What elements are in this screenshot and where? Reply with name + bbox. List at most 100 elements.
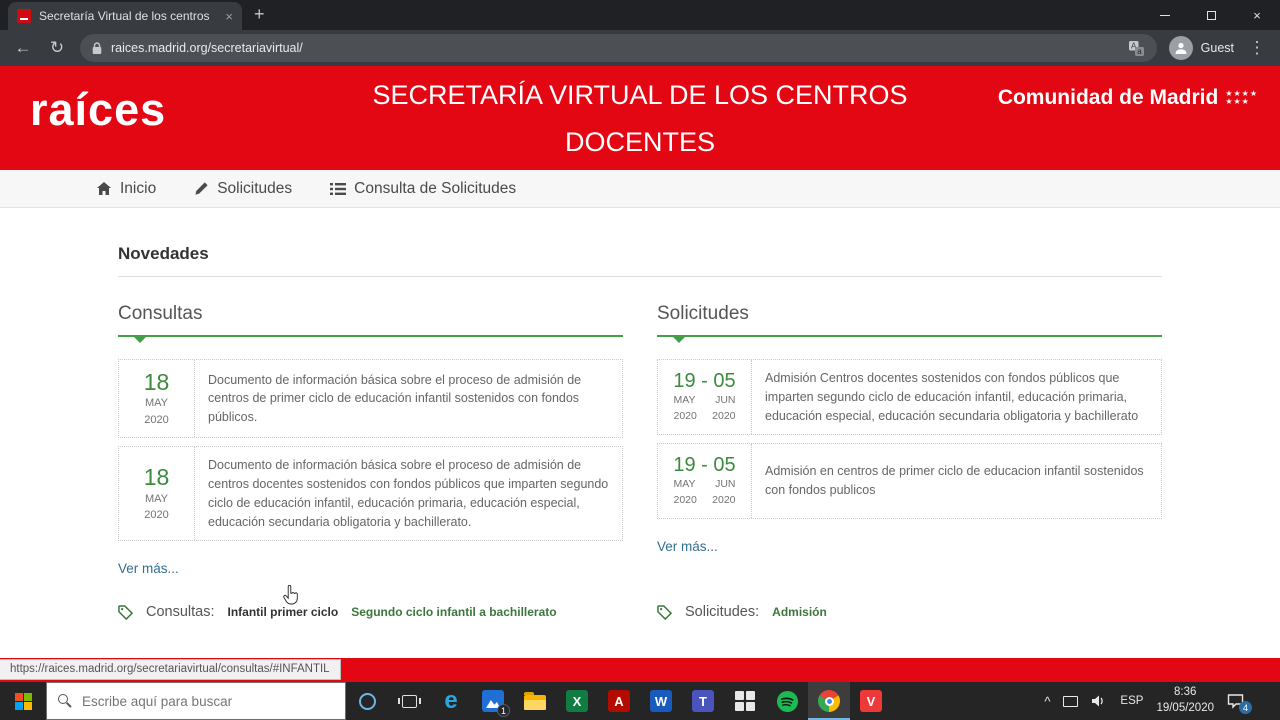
tag-icon [657, 605, 672, 620]
brand-text: Comunidad de Madrid [997, 86, 1219, 109]
chrome-button[interactable] [808, 682, 850, 720]
excel-button[interactable]: X [556, 682, 598, 720]
solicitudes-item-1[interactable]: 19 - 05 MAY JUN 2020 2020 Admisión Centr… [657, 359, 1162, 436]
nav-inicio-label: Inicio [120, 179, 157, 197]
screen: Secretaría Virtual de los centros × + × … [0, 0, 1280, 720]
news-days: 19 - 05 [673, 454, 736, 477]
nav-inicio[interactable]: Inicio [96, 180, 156, 198]
raices-logo[interactable]: raíces [30, 84, 166, 136]
clock-date: 19/05/2020 [1156, 702, 1214, 714]
consultas-tags-label: Consultas: [146, 604, 215, 621]
columns: Consultas 18 MAY 2020 Documento de infor… [118, 303, 1162, 578]
tag-infantil-primer-ciclo[interactable]: Infantil primer ciclo [228, 605, 339, 619]
spotify-button[interactable] [766, 682, 808, 720]
consultas-ver-mas-link[interactable]: Ver más... [118, 561, 179, 576]
year-end: 2020 [712, 494, 736, 506]
search-input[interactable] [82, 693, 322, 709]
window-maximize-button[interactable] [1188, 0, 1234, 30]
news-months: MAY JUN [674, 393, 736, 409]
status-bar-url: https://raices.madrid.org/secretariavirt… [0, 659, 341, 680]
taskbar-clock[interactable]: 8:36 19/05/2020 [1156, 685, 1214, 716]
windows-logo-icon [14, 692, 32, 710]
new-tab-button[interactable]: + [254, 4, 265, 25]
translate-icon[interactable]: A a [1128, 40, 1145, 57]
consultas-tags: Consultas: Infantil primer ciclo Segundo… [118, 604, 623, 620]
solicitudes-item-2[interactable]: 19 - 05 MAY JUN 2020 2020 Admisión en ce… [657, 443, 1162, 519]
month-end: JUN [715, 478, 736, 491]
language-indicator[interactable]: ESP [1120, 695, 1143, 707]
news-month: MAY [144, 492, 169, 505]
chrome-icon [818, 690, 840, 712]
display-icon[interactable] [1063, 695, 1079, 707]
nav-consulta-label: Consulta de Solicitudes [354, 179, 517, 197]
news-year: 2020 [144, 509, 169, 522]
window-minimize-button[interactable] [1142, 0, 1188, 30]
consultas-item-1[interactable]: 18 MAY 2020 Documento de información bás… [118, 359, 623, 439]
nav-solicitudes-label: Solicitudes [217, 179, 293, 197]
teams-button[interactable]: T [682, 682, 724, 720]
url-text: raices.madrid.org/secretariavirtual/ [111, 41, 303, 55]
guest-avatar[interactable] [1168, 36, 1193, 60]
solicitudes-tags-label: Solicitudes: [685, 604, 760, 621]
news-text: Admisión en centros de primer ciclo de e… [765, 464, 1144, 497]
photos-button[interactable]: 1 [472, 682, 514, 720]
tag-admision[interactable]: Admisión [772, 605, 827, 619]
list-icon [330, 182, 347, 195]
stars-row2: ★★★ [1225, 97, 1250, 106]
vivaldi-icon: V [860, 690, 882, 712]
app-grid-button[interactable] [724, 682, 766, 720]
acrobat-button[interactable]: A [598, 682, 640, 720]
month-end: JUN [715, 394, 736, 407]
word-button[interactable]: W [640, 682, 682, 720]
consultas-title: Consultas [118, 303, 203, 324]
pencil-icon [195, 182, 208, 195]
consultas-item-2[interactable]: 18 MAY 2020 Documento de información bás… [118, 446, 623, 542]
svg-text:a: a [1137, 47, 1142, 56]
task-view-button[interactable] [388, 682, 430, 720]
tags-row: Consultas: Infantil primer ciclo Segundo… [118, 604, 1162, 620]
nav-consulta-solicitudes[interactable]: Consulta de Solicitudes [330, 180, 516, 198]
news-date: 18 MAY 2020 [119, 447, 195, 541]
news-years: 2020 2020 [674, 409, 736, 425]
edge-button[interactable]: e [430, 682, 472, 720]
lock-icon [92, 41, 102, 54]
volume-icon[interactable] [1091, 694, 1107, 708]
tab-close-icon[interactable]: × [225, 9, 233, 24]
minimize-icon [1160, 14, 1170, 16]
start-button[interactable] [0, 682, 46, 720]
windows-taskbar: e 1 X A W T V ^ [0, 682, 1280, 720]
edge-icon: e [444, 687, 458, 714]
browser-tab[interactable]: Secretaría Virtual de los centros × [8, 2, 242, 30]
news-year: 2020 [144, 413, 169, 426]
news-day: 18 [143, 464, 170, 491]
file-explorer-icon [524, 692, 546, 710]
window-close-button[interactable]: × [1234, 0, 1280, 30]
person-icon [1175, 42, 1187, 54]
reload-button[interactable]: ↻ [46, 38, 68, 58]
file-explorer-button[interactable] [514, 682, 556, 720]
news-text: Documento de información básica sobre el… [208, 372, 582, 425]
solicitudes-underline [657, 335, 1162, 343]
profile-label: Guest [1200, 41, 1234, 55]
action-center-button[interactable]: 4 [1227, 693, 1252, 714]
tag-segundo-ciclo-bachillerato[interactable]: Segundo ciclo infantil a bachillerato [351, 605, 556, 619]
vivaldi-button[interactable]: V [850, 682, 892, 720]
taskbar-search[interactable] [46, 682, 346, 720]
divider [118, 276, 1162, 277]
address-bar[interactable]: raices.madrid.org/secretariavirtual/ A a [80, 34, 1157, 62]
acrobat-icon: A [608, 690, 630, 712]
year-start: 2020 [673, 494, 697, 506]
solicitudes-tags: Solicitudes: Admisión [657, 604, 1162, 620]
cortana-button[interactable] [346, 682, 388, 720]
tray-chevron-icon[interactable]: ^ [1044, 694, 1050, 709]
back-button[interactable]: ← [12, 38, 34, 58]
task-view-icon [397, 694, 421, 708]
solicitudes-ver-mas-link[interactable]: Ver más... [657, 539, 718, 554]
browser-menu-icon[interactable]: ⋮ [1246, 38, 1268, 58]
nav-solicitudes[interactable]: Solicitudes [194, 180, 292, 198]
spotify-icon [776, 690, 798, 712]
news-days: 19 - 05 [673, 370, 736, 393]
cortana-icon [358, 692, 376, 710]
comunidad-madrid-logo: Comunidad de Madrid ★★★★ ★★★ [998, 86, 1258, 110]
window-controls: × [1142, 0, 1280, 30]
